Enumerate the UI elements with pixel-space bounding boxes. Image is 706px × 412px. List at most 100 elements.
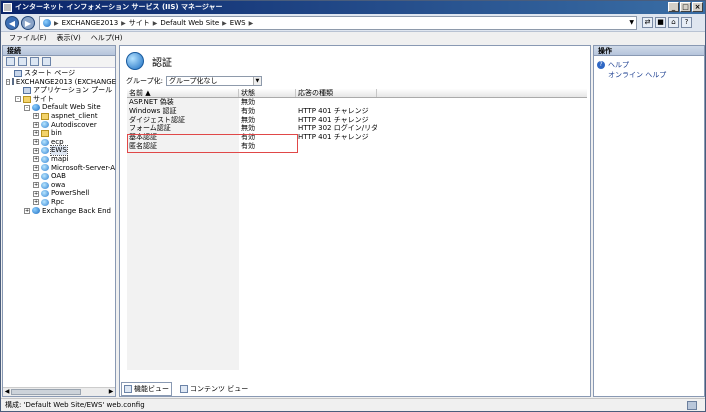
collapse-icon[interactable]: - — [24, 104, 30, 111]
menu-help[interactable]: ヘルプ(H) — [91, 32, 123, 44]
tree-item-label: owa — [51, 180, 66, 189]
action-online-help[interactable]: オンライン ヘルプ — [594, 70, 704, 80]
tree-item-label: ecp — [51, 137, 64, 146]
tab-features-label: 機能ビュー — [134, 385, 169, 393]
tree-item[interactable]: スタート ページ — [3, 69, 115, 78]
tree-item[interactable]: + ecp — [3, 138, 115, 147]
tab-content-label: コンテンツ ビュー — [190, 385, 249, 393]
scroll-thumb[interactable] — [11, 389, 81, 395]
column-response[interactable]: 応答の種類 — [296, 89, 377, 97]
tab-content-view[interactable]: コンテンツ ビュー — [178, 383, 250, 395]
horizontal-scrollbar[interactable]: ◀ ▶ — [3, 387, 115, 396]
expand-icon[interactable]: + — [33, 173, 39, 180]
breadcrumb-sites[interactable]: サイト — [129, 18, 150, 28]
expand-icon[interactable]: + — [33, 121, 39, 128]
expand-icon[interactable]: + — [33, 147, 39, 154]
tree-item[interactable]: + mapi — [3, 155, 115, 164]
table-row[interactable]: ダイジェスト認証 無効 HTTP 401 チャレンジ — [127, 116, 587, 125]
chevron-right-icon: ▶ — [248, 19, 254, 27]
tree-item[interactable]: + aspnet_client — [3, 112, 115, 121]
menu-file[interactable]: ファイル(F) — [9, 32, 47, 44]
table-row[interactable]: Windows 認証 有効 HTTP 401 チャレンジ — [127, 107, 587, 116]
tree-item[interactable]: アプリケーション プール — [3, 86, 115, 95]
chevron-down-icon[interactable]: ▼ — [252, 77, 261, 85]
tree-item[interactable]: - EXCHANGE2013 (EXCHANGE — [3, 78, 116, 87]
column-name[interactable]: 名前 ▲ — [127, 89, 239, 97]
expand-icon[interactable]: + — [24, 207, 30, 214]
breadcrumb-site[interactable]: Default Web Site — [160, 19, 219, 27]
menu-view[interactable]: 表示(V) — [57, 32, 81, 44]
group-by-select[interactable]: グループ化なし ▼ — [165, 76, 262, 86]
tree-item-label: mapi — [51, 154, 69, 163]
address-dropdown-icon[interactable]: ▼ — [629, 19, 634, 26]
tree-item[interactable]: + bin — [3, 129, 115, 138]
expand-icon[interactable]: + — [33, 130, 39, 137]
tree-item[interactable]: - Default Web Site — [3, 103, 115, 112]
tree-item[interactable]: - サイト — [3, 95, 115, 104]
expand-icon[interactable]: + — [33, 199, 39, 206]
expand-icon[interactable]: + — [33, 113, 39, 120]
action-help[interactable]: ? ヘルプ — [594, 60, 704, 70]
expand-icon[interactable]: + — [33, 139, 39, 146]
app-icon — [41, 164, 49, 172]
collapse-icon[interactable]: - — [6, 78, 10, 85]
table-row[interactable]: フォーム認証 無効 HTTP 302 ログイン/リダイレ... — [127, 124, 587, 133]
home-icon[interactable]: ⌂ — [668, 17, 679, 28]
expand-icon[interactable]: + — [33, 190, 39, 197]
server-icon — [11, 78, 14, 86]
status-bar: 構成: 'Default Web Site/EWS' web.config — [1, 398, 705, 411]
tree-item[interactable]: + EWS — [3, 145, 115, 156]
tree-item[interactable]: + PowerShell — [3, 189, 115, 198]
forward-button[interactable]: ▶ — [21, 16, 35, 30]
scroll-right-icon[interactable]: ▶ — [107, 388, 115, 396]
tree-item-label: Autodiscover — [51, 120, 97, 129]
chevron-right-icon: ▶ — [54, 19, 59, 27]
minimize-button[interactable]: _ — [668, 2, 679, 12]
column-filler — [377, 89, 587, 97]
start-page-icon — [14, 69, 22, 77]
stop-icon[interactable]: ■ — [655, 17, 666, 28]
tree-item-label: Rpc — [51, 197, 65, 206]
chevron-right-icon: ▶ — [121, 19, 126, 27]
table-row[interactable]: ASP.NET 偽装 無効 — [127, 98, 587, 107]
collapse-icon[interactable]: - — [15, 96, 21, 103]
connect-icon[interactable] — [6, 57, 15, 66]
refresh-icon[interactable] — [42, 57, 51, 66]
tree-item-label: スタート ページ — [24, 69, 76, 77]
column-status[interactable]: 状態 — [239, 89, 296, 97]
tree-item[interactable]: + Exchange Back End — [3, 207, 115, 216]
features-view-icon — [124, 385, 132, 393]
cell-status: 有効 — [241, 106, 255, 115]
globe-icon — [32, 207, 40, 215]
back-button[interactable]: ◀ — [5, 16, 19, 30]
status-text: 構成: 'Default Web Site/EWS' web.config — [5, 401, 145, 409]
expand-icon[interactable]: + — [33, 156, 39, 163]
tree-item[interactable]: + Autodiscover — [3, 121, 115, 130]
connect-icon[interactable]: ⇄ — [642, 17, 653, 28]
help-dropdown-icon[interactable]: ? — [681, 17, 692, 28]
expand-icon[interactable]: + — [33, 164, 39, 171]
tree-item[interactable]: + OAB — [3, 172, 115, 181]
folder-icon — [41, 129, 49, 137]
tree-item[interactable]: + owa — [3, 181, 115, 190]
chevron-right-icon: ▶ — [222, 19, 227, 27]
save-icon[interactable] — [18, 57, 27, 66]
close-button[interactable]: × — [692, 2, 703, 12]
up-folder-icon[interactable] — [30, 57, 39, 66]
cell-response: HTTP 401 チャレンジ — [298, 133, 369, 142]
app-icon — [41, 190, 49, 198]
tree-item[interactable]: + Rpc — [3, 198, 115, 207]
tree-item-label: bin — [51, 129, 62, 138]
menu-bar: ファイル(F) 表示(V) ヘルプ(H) — [1, 32, 705, 44]
tree-item-label: aspnet_client — [51, 111, 98, 120]
maximize-button[interactable]: □ — [680, 2, 691, 12]
scroll-left-icon[interactable]: ◀ — [3, 388, 11, 396]
action-online-help-label: オンライン ヘルプ — [608, 71, 667, 79]
address-bar[interactable]: ▶ EXCHANGE2013 ▶ サイト ▶ Default Web Site … — [39, 16, 637, 30]
tree-item[interactable]: + Microsoft-Server-A — [3, 164, 115, 173]
expand-icon[interactable]: + — [33, 182, 39, 189]
chevron-right-icon: ▶ — [152, 19, 158, 27]
breadcrumb-server[interactable]: EXCHANGE2013 — [62, 19, 119, 27]
breadcrumb-ews[interactable]: EWS — [230, 19, 246, 27]
tab-features-view[interactable]: 機能ビュー — [121, 382, 172, 396]
